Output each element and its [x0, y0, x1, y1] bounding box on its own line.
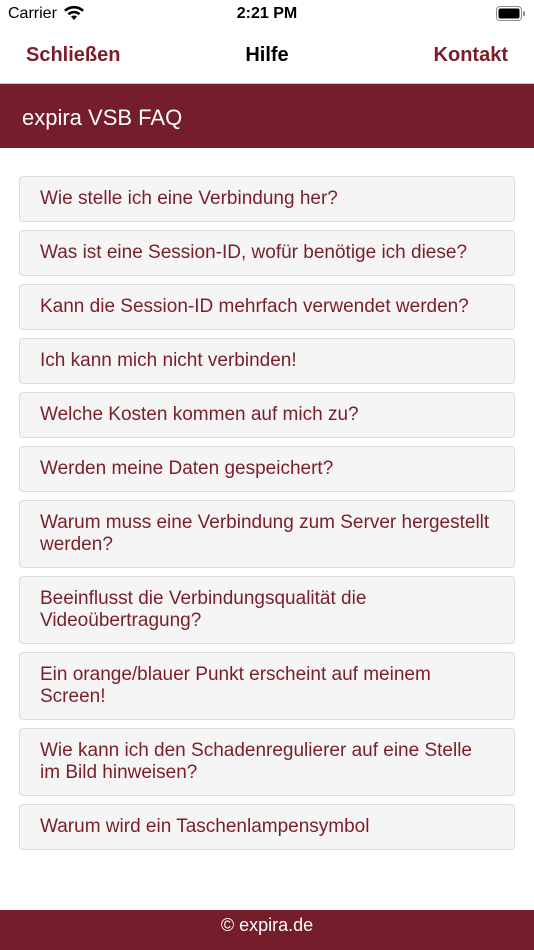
contact-button[interactable]: Kontakt — [434, 44, 508, 67]
status-time: 2:21 PM — [236, 5, 298, 22]
faq-question: Kann die Session-ID mehrfach verwendet w… — [40, 296, 469, 317]
battery-icon — [496, 6, 525, 21]
faq-question: Ich kann mich nicht verbinden! — [40, 350, 297, 371]
faq-item[interactable]: Was ist eine Session-ID, wofür benötige … — [19, 230, 515, 276]
faq-question: Beeinflusst die Verbindungsqualität die … — [40, 588, 367, 631]
faq-item[interactable]: Ich kann mich nicht verbinden! — [19, 338, 515, 384]
footer-copyright: © expira.de — [220, 915, 314, 935]
faq-item[interactable]: Beeinflusst die Verbindungsqualität die … — [19, 576, 515, 644]
faq-question: Wie stelle ich eine Verbindung her? — [40, 188, 338, 209]
faq-question: Warum muss eine Verbindung zum Server he… — [40, 512, 490, 555]
page-title: expira VSB FAQ — [22, 105, 183, 130]
faq-item[interactable]: Warum muss eine Verbindung zum Server he… — [19, 500, 515, 568]
faq-item[interactable]: Ein orange/blauer Punkt erscheint auf me… — [19, 652, 515, 720]
faq-item[interactable]: Kann die Session-ID mehrfach verwendet w… — [19, 284, 515, 330]
app-screen: Carrier 2:21 PM Schließen Hilfe Kontakt … — [0, 0, 534, 950]
faq-list: Wie stelle ich eine Verbindung her? Was … — [19, 176, 515, 858]
faq-item[interactable]: Wie kann ich den Schadenregulierer auf e… — [19, 728, 515, 796]
faq-item[interactable]: Werden meine Daten gespeichert? — [19, 446, 515, 492]
status-bar: Carrier 2:21 PM — [0, 0, 534, 30]
faq-item[interactable]: Warum wird ein Taschenlampensymbol — [19, 804, 515, 850]
faq-question: Warum wird ein Taschenlampensymbol — [40, 816, 370, 837]
close-button[interactable]: Schließen — [26, 44, 120, 67]
faq-question: Welche Kosten kommen auf mich zu? — [40, 404, 359, 425]
navigation-bar: Schließen Hilfe Kontakt — [0, 30, 534, 84]
faq-question: Was ist eine Session-ID, wofür benötige … — [40, 242, 468, 263]
faq-question: Ein orange/blauer Punkt erscheint auf me… — [40, 664, 431, 707]
faq-question: Wie kann ich den Schadenregulierer auf e… — [40, 740, 472, 783]
faq-item[interactable]: Welche Kosten kommen auf mich zu? — [19, 392, 515, 438]
page-header: expira VSB FAQ — [0, 84, 534, 148]
faq-item[interactable]: Wie stelle ich eine Verbindung her? — [19, 176, 515, 222]
faq-question: Werden meine Daten gespeichert? — [40, 458, 334, 479]
footer-bar: © expira.de — [0, 910, 534, 950]
